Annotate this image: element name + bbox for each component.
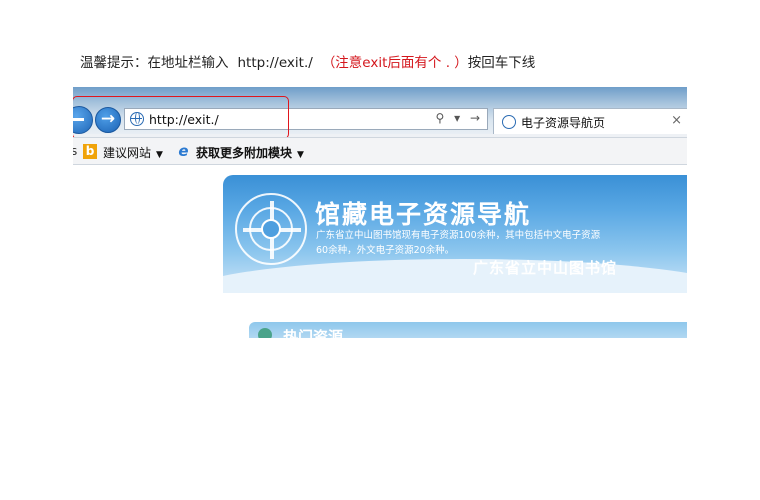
tab-resource-nav[interactable]: 电子资源导航页 ×	[493, 108, 687, 134]
instruction-suffix: 按回车下线	[467, 55, 536, 71]
header-banner: 馆藏电子资源导航 广东省立中山图书馆现有电子资源100余种，其中包括中文电子资源…	[223, 175, 687, 293]
ie-icon: e	[178, 142, 189, 160]
heart-icon	[255, 325, 275, 338]
instruction-url: http://exit./	[237, 55, 313, 71]
instruction-prefix: 温馨提示：在地址栏输入	[80, 55, 229, 71]
tab-title: 电子资源导航页	[521, 116, 606, 130]
bing-icon: b	[83, 144, 97, 159]
banner-org-name: 广东省立中山图书馆	[473, 259, 618, 277]
tab-close-icon[interactable]: ×	[671, 113, 682, 128]
banner-description: 广东省立中山图书馆现有电子资源100余种，其中包括中文电子资源60余种，外文电子…	[316, 230, 601, 256]
hot-resources-header[interactable]: 热门资源	[249, 322, 687, 338]
browser-screenshot: → http://exit./ ⚲ ▾ → 电子资源导航页 × s b 建议网站…	[73, 87, 687, 338]
favorites-item-label: 获取更多附加模块	[196, 146, 293, 160]
favorites-fragment: s	[73, 144, 78, 158]
instruction-text: 温馨提示：在地址栏输入 http://exit./ （注意exit后面有个 . ）按…	[80, 51, 535, 71]
instruction-note: （注意exit后面有个 . ）	[321, 55, 468, 71]
favorites-item-suggested-sites[interactable]: 建议网站 ▼	[103, 144, 163, 161]
favorites-item-get-addons[interactable]: 获取更多附加模块 ▼	[196, 144, 304, 161]
banner-title: 馆藏电子资源导航	[315, 200, 532, 229]
chevron-down-icon: ▼	[297, 150, 304, 160]
section-label: 热门资源	[283, 328, 344, 338]
address-controls[interactable]: ⚲ ▾ →	[436, 111, 484, 125]
library-emblem-icon	[235, 193, 307, 265]
tab-globe-icon	[502, 115, 516, 129]
favorites-bar: s b 建议网站 ▼ e 获取更多附加模块 ▼	[73, 137, 687, 165]
page-content: 馆藏电子资源导航 广东省立中山图书馆现有电子资源100余种，其中包括中文电子资源…	[73, 165, 687, 338]
banner-wave	[223, 259, 687, 293]
favorites-item-label: 建议网站	[103, 146, 152, 160]
chevron-down-icon: ▼	[156, 150, 163, 160]
address-highlight-box	[73, 96, 289, 139]
